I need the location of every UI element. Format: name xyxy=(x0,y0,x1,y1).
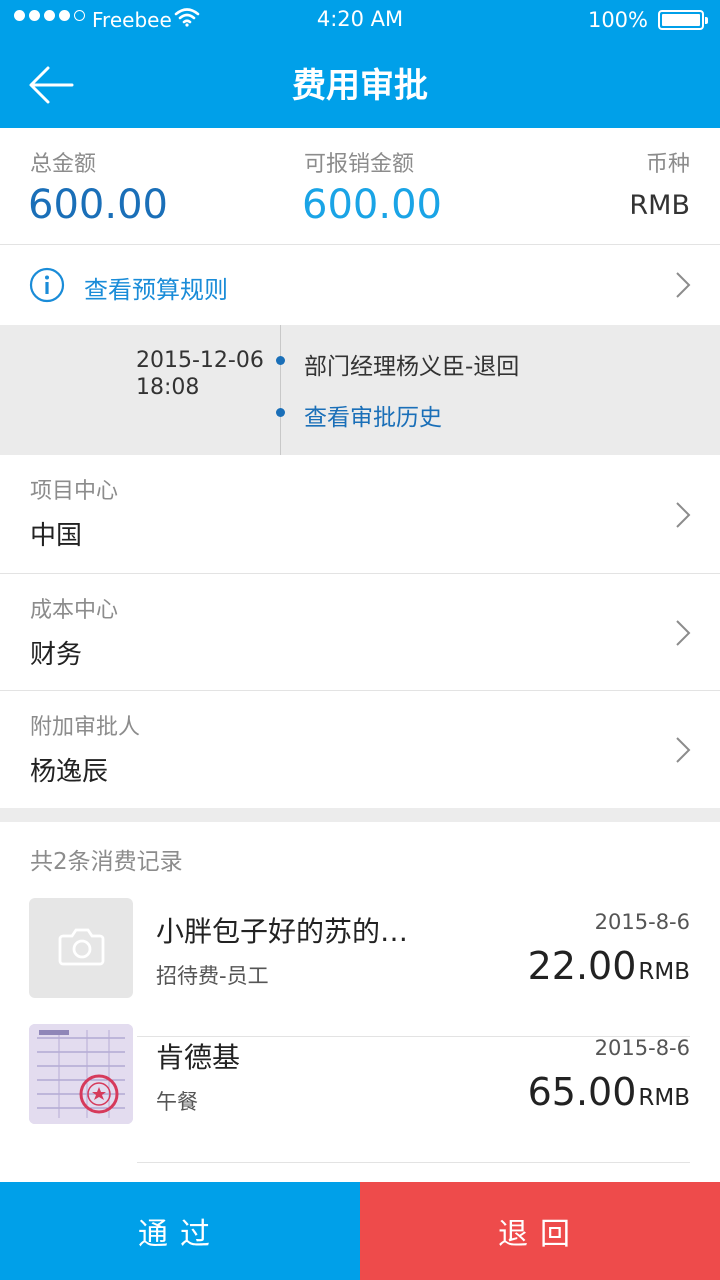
currency-label: 币种 xyxy=(645,152,690,177)
info-icon xyxy=(29,267,65,303)
record-amount-currency: RMB xyxy=(638,959,690,985)
record-date: 2015-8-6 xyxy=(594,1036,690,1060)
additional-approver-label: 附加审批人 xyxy=(30,715,141,740)
approval-status: 部门经理杨义臣-退回 xyxy=(304,354,520,380)
expense-record-item[interactable]: 肯德基 午餐 2015-8-6 65.00RMB xyxy=(0,1024,720,1163)
total-amount-value: 600.00 xyxy=(28,182,168,228)
record-amount: 22.00RMB xyxy=(528,944,690,988)
battery-icon xyxy=(658,10,708,30)
budget-rules-row[interactable]: 查看预算规则 xyxy=(0,245,720,325)
record-amount-value: 22.00 xyxy=(527,944,637,988)
project-center-value: 中国 xyxy=(30,521,83,551)
cost-center-row[interactable]: 成本中心 财务 xyxy=(0,574,720,691)
record-amount-currency: RMB xyxy=(638,1085,690,1111)
receipt-image[interactable] xyxy=(29,1024,133,1124)
record-date: 2015-8-6 xyxy=(594,910,690,934)
currency-value: RMB xyxy=(629,190,690,221)
approval-history-link[interactable]: 查看审批历史 xyxy=(304,398,442,432)
records-count-title: 共2条消费记录 xyxy=(30,849,183,875)
additional-approver-value: 杨逸辰 xyxy=(30,757,109,787)
timeline-dot xyxy=(276,408,285,417)
cost-center-value: 财务 xyxy=(30,640,83,670)
additional-approver-row[interactable]: 附加审批人 杨逸辰 xyxy=(0,691,720,808)
reject-button[interactable]: 退回 xyxy=(360,1182,720,1280)
approval-timeline: 2015-12-06 18:08 部门经理杨义臣-退回 查看审批历史 xyxy=(0,325,720,455)
section-divider xyxy=(0,808,720,822)
timeline-line xyxy=(280,325,281,455)
battery-percentage: 100% xyxy=(587,8,648,32)
record-divider xyxy=(137,1162,690,1163)
project-center-row[interactable]: 项目中心 中国 xyxy=(0,455,720,574)
app-header: Freebee 4:20 AM 100% 费用审批 xyxy=(0,0,720,128)
approval-date: 2015-12-06 xyxy=(136,348,264,373)
approve-button[interactable]: 通过 xyxy=(0,1182,360,1280)
total-amount-label: 总金额 xyxy=(30,152,97,177)
budget-rules-link[interactable]: 查看预算规则 xyxy=(84,270,228,305)
approval-datetime: 2015-12-06 18:08 xyxy=(136,347,264,401)
page-title: 费用审批 xyxy=(292,66,428,106)
project-center-label: 项目中心 xyxy=(30,479,119,504)
chevron-right-icon xyxy=(676,272,691,298)
record-amount: 65.00RMB xyxy=(528,1070,690,1114)
amount-summary: 总金额 600.00 可报销金额 600.00 币种 RMB xyxy=(0,128,720,245)
record-category: 招待费-员工 xyxy=(156,964,269,988)
expense-record-item[interactable]: 小胖包子好的苏的… 招待费-员工 2015-8-6 22.00RMB xyxy=(0,898,720,1037)
chevron-right-icon xyxy=(676,620,691,646)
timeline-dot xyxy=(276,356,285,365)
reimbursable-amount-value: 600.00 xyxy=(302,182,442,228)
chevron-right-icon xyxy=(676,502,691,528)
record-amount-value: 65.00 xyxy=(527,1070,637,1114)
camera-icon[interactable] xyxy=(29,898,133,998)
cost-center-label: 成本中心 xyxy=(30,598,119,623)
record-merchant-name: 小胖包子好的苏的… xyxy=(156,915,409,948)
record-category: 午餐 xyxy=(156,1090,198,1114)
status-bar: Freebee 4:20 AM 100% xyxy=(0,0,720,40)
reimbursable-amount-label: 可报销金额 xyxy=(304,152,415,177)
approval-time: 18:08 xyxy=(136,375,200,400)
chevron-right-icon xyxy=(676,737,691,763)
record-merchant-name: 肯德基 xyxy=(156,1041,241,1074)
